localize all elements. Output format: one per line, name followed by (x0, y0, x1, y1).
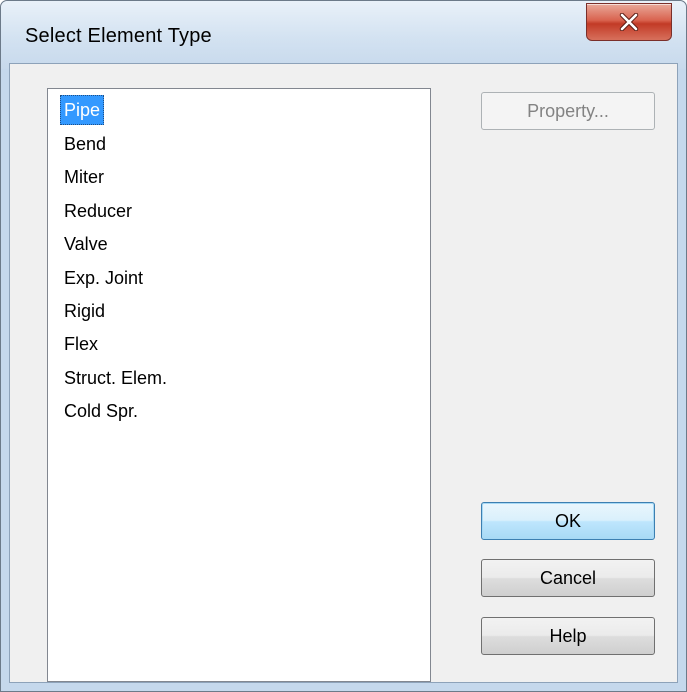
dialog-title: Select Element Type (25, 25, 212, 47)
list-item[interactable]: Bend (60, 129, 110, 159)
property-button[interactable]: Property... (481, 92, 655, 130)
list-item[interactable]: Cold Spr. (60, 396, 142, 426)
element-type-listbox[interactable]: Pipe Bend Miter Reducer Valve Exp. Joint… (47, 88, 431, 682)
list-item[interactable]: Rigid (60, 296, 109, 326)
close-button[interactable] (586, 3, 672, 41)
help-button[interactable]: Help (481, 617, 655, 655)
dialog-window: Select Element Type Pipe Bend Miter Redu… (0, 0, 687, 692)
list-item[interactable]: Exp. Joint (60, 263, 147, 293)
title-bar[interactable]: Select Element Type (1, 1, 686, 69)
cancel-button[interactable]: Cancel (481, 559, 655, 597)
dialog-client-area: Pipe Bend Miter Reducer Valve Exp. Joint… (9, 63, 678, 683)
list-item[interactable]: Valve (60, 229, 112, 259)
list-item[interactable]: Reducer (60, 196, 136, 226)
ok-button[interactable]: OK (481, 502, 655, 540)
close-icon (619, 13, 639, 31)
list-item[interactable]: Struct. Elem. (60, 363, 171, 393)
list-item[interactable]: Flex (60, 329, 102, 359)
list-item[interactable]: Miter (60, 162, 108, 192)
list-item[interactable]: Pipe (60, 95, 105, 125)
